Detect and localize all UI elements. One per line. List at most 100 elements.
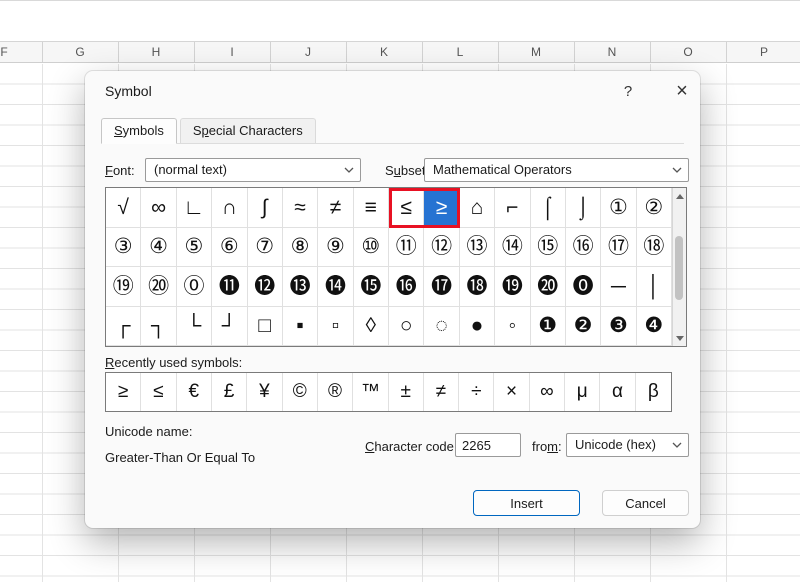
symbol-cell[interactable]: ∩ <box>212 188 247 228</box>
symbol-cell[interactable]: ⌠ <box>531 188 566 228</box>
recent-symbol-cell[interactable]: μ <box>565 373 600 411</box>
recent-symbol-cell[interactable]: α <box>600 373 635 411</box>
character-code-input[interactable] <box>455 433 521 457</box>
from-dropdown[interactable]: Unicode (hex) <box>566 433 689 457</box>
symbol-cell[interactable]: ⓬ <box>248 267 283 307</box>
help-button[interactable]: ? <box>617 80 639 102</box>
symbol-cell[interactable]: ❷ <box>566 307 601 347</box>
recent-symbol-cell[interactable]: × <box>494 373 529 411</box>
column-header[interactable]: P <box>760 42 768 64</box>
symbol-cell[interactable]: ⓭ <box>283 267 318 307</box>
symbol-cell[interactable]: ▫ <box>318 307 353 347</box>
symbol-cell[interactable]: ○ <box>389 307 424 347</box>
symbol-cell[interactable]: ≡ <box>354 188 389 228</box>
symbol-cell[interactable]: ⓴ <box>531 267 566 307</box>
symbol-cell[interactable]: ⓱ <box>424 267 459 307</box>
symbol-cell[interactable]: ∫ <box>248 188 283 228</box>
tab-symbols[interactable]: Symbols <box>101 118 177 144</box>
close-button[interactable]: × <box>669 78 695 104</box>
symbol-cell[interactable]: ◊ <box>354 307 389 347</box>
symbol-cell[interactable]: ❹ <box>637 307 672 347</box>
recent-symbol-cell[interactable]: ≤ <box>141 373 176 411</box>
symbol-cell[interactable]: ● <box>460 307 495 347</box>
symbol-cell[interactable]: ❶ <box>531 307 566 347</box>
recent-symbol-cell[interactable]: ± <box>389 373 424 411</box>
column-header[interactable]: J <box>305 42 311 64</box>
recent-symbol-cell[interactable]: € <box>177 373 212 411</box>
symbol-cell[interactable]: └ <box>177 307 212 347</box>
symbol-cell[interactable]: ⑮ <box>531 228 566 268</box>
scrollbar-up-icon[interactable] <box>673 189 686 203</box>
symbol-cell[interactable]: ⌐ <box>495 188 530 228</box>
symbol-cell[interactable]: ⑰ <box>601 228 636 268</box>
symbol-cell[interactable]: ◦ <box>495 307 530 347</box>
recent-symbol-cell[interactable]: β <box>636 373 671 411</box>
symbol-cell[interactable]: ③ <box>106 228 141 268</box>
column-header[interactable]: M <box>531 42 541 64</box>
symbol-cell[interactable]: ≤ <box>389 188 424 228</box>
recent-symbol-cell[interactable]: ¥ <box>247 373 282 411</box>
symbol-cell[interactable]: ① <box>601 188 636 228</box>
recent-symbol-cell[interactable]: © <box>283 373 318 411</box>
symbol-cell[interactable]: ∟ <box>177 188 212 228</box>
symbol-cell[interactable]: ┘ <box>212 307 247 347</box>
font-dropdown[interactable]: (normal text) <box>145 158 361 182</box>
symbol-cell[interactable]: √ <box>106 188 141 228</box>
symbol-cell[interactable]: ⓪ <box>177 267 212 307</box>
scrollbar[interactable] <box>672 188 686 346</box>
cancel-button[interactable]: Cancel <box>602 490 689 516</box>
symbol-cell[interactable]: ▪ <box>283 307 318 347</box>
symbol-cell[interactable]: ⑭ <box>495 228 530 268</box>
symbol-cell[interactable]: ⑯ <box>566 228 601 268</box>
symbol-cell[interactable]: ⓯ <box>354 267 389 307</box>
symbol-cell[interactable]: ∞ <box>141 188 176 228</box>
symbol-cell[interactable]: ◌ <box>424 307 459 347</box>
symbol-cell[interactable]: ≈ <box>283 188 318 228</box>
column-header[interactable]: O <box>683 42 692 64</box>
symbol-cell[interactable]: ⑧ <box>283 228 318 268</box>
recent-symbol-cell[interactable]: £ <box>212 373 247 411</box>
column-header[interactable]: I <box>230 42 233 64</box>
symbol-cell[interactable]: ⑳ <box>141 267 176 307</box>
recent-symbol-cell[interactable]: ≠ <box>424 373 459 411</box>
column-header[interactable]: F <box>0 42 7 64</box>
symbol-cell[interactable]: ⓳ <box>495 267 530 307</box>
symbol-cell[interactable]: ≥ <box>424 188 459 228</box>
symbol-cell[interactable]: ┐ <box>141 307 176 347</box>
symbol-cell[interactable]: ─ <box>601 267 636 307</box>
symbol-cell[interactable]: ❸ <box>601 307 636 347</box>
symbol-cell[interactable]: □ <box>248 307 283 347</box>
symbol-cell[interactable]: ⑩ <box>354 228 389 268</box>
symbol-cell[interactable]: ⓮ <box>318 267 353 307</box>
recent-symbol-cell[interactable]: ∞ <box>530 373 565 411</box>
symbol-cell[interactable]: ⓲ <box>460 267 495 307</box>
recent-symbol-cell[interactable]: ® <box>318 373 353 411</box>
symbol-cell[interactable]: │ <box>637 267 672 307</box>
symbol-cell[interactable]: ⑦ <box>248 228 283 268</box>
insert-button[interactable]: Insert <box>473 490 580 516</box>
symbol-cell[interactable]: ⑫ <box>424 228 459 268</box>
symbol-cell[interactable]: ⑪ <box>389 228 424 268</box>
symbol-cell[interactable]: ⓫ <box>212 267 247 307</box>
scrollbar-thumb[interactable] <box>675 236 683 300</box>
column-header[interactable]: L <box>457 42 464 64</box>
symbol-cell[interactable]: ⑥ <box>212 228 247 268</box>
symbol-cell[interactable]: ⑨ <box>318 228 353 268</box>
column-header[interactable]: H <box>152 42 161 64</box>
recent-symbol-cell[interactable]: ≥ <box>106 373 141 411</box>
recent-symbol-cell[interactable]: ÷ <box>459 373 494 411</box>
symbol-cell[interactable]: ⓿ <box>566 267 601 307</box>
symbol-cell[interactable]: ④ <box>141 228 176 268</box>
symbol-cell[interactable]: ⑤ <box>177 228 212 268</box>
symbol-cell[interactable]: ② <box>637 188 672 228</box>
column-header[interactable]: K <box>380 42 388 64</box>
symbol-cell[interactable]: ⌡ <box>566 188 601 228</box>
scrollbar-down-icon[interactable] <box>673 331 686 345</box>
symbol-cell[interactable]: ⑬ <box>460 228 495 268</box>
symbol-cell[interactable]: ⌂ <box>460 188 495 228</box>
recent-symbol-cell[interactable]: ™ <box>353 373 388 411</box>
subset-dropdown[interactable]: Mathematical Operators <box>424 158 689 182</box>
symbol-cell[interactable]: ⑲ <box>106 267 141 307</box>
column-header[interactable]: N <box>608 42 617 64</box>
tab-special-characters[interactable]: Special Characters <box>180 118 316 143</box>
